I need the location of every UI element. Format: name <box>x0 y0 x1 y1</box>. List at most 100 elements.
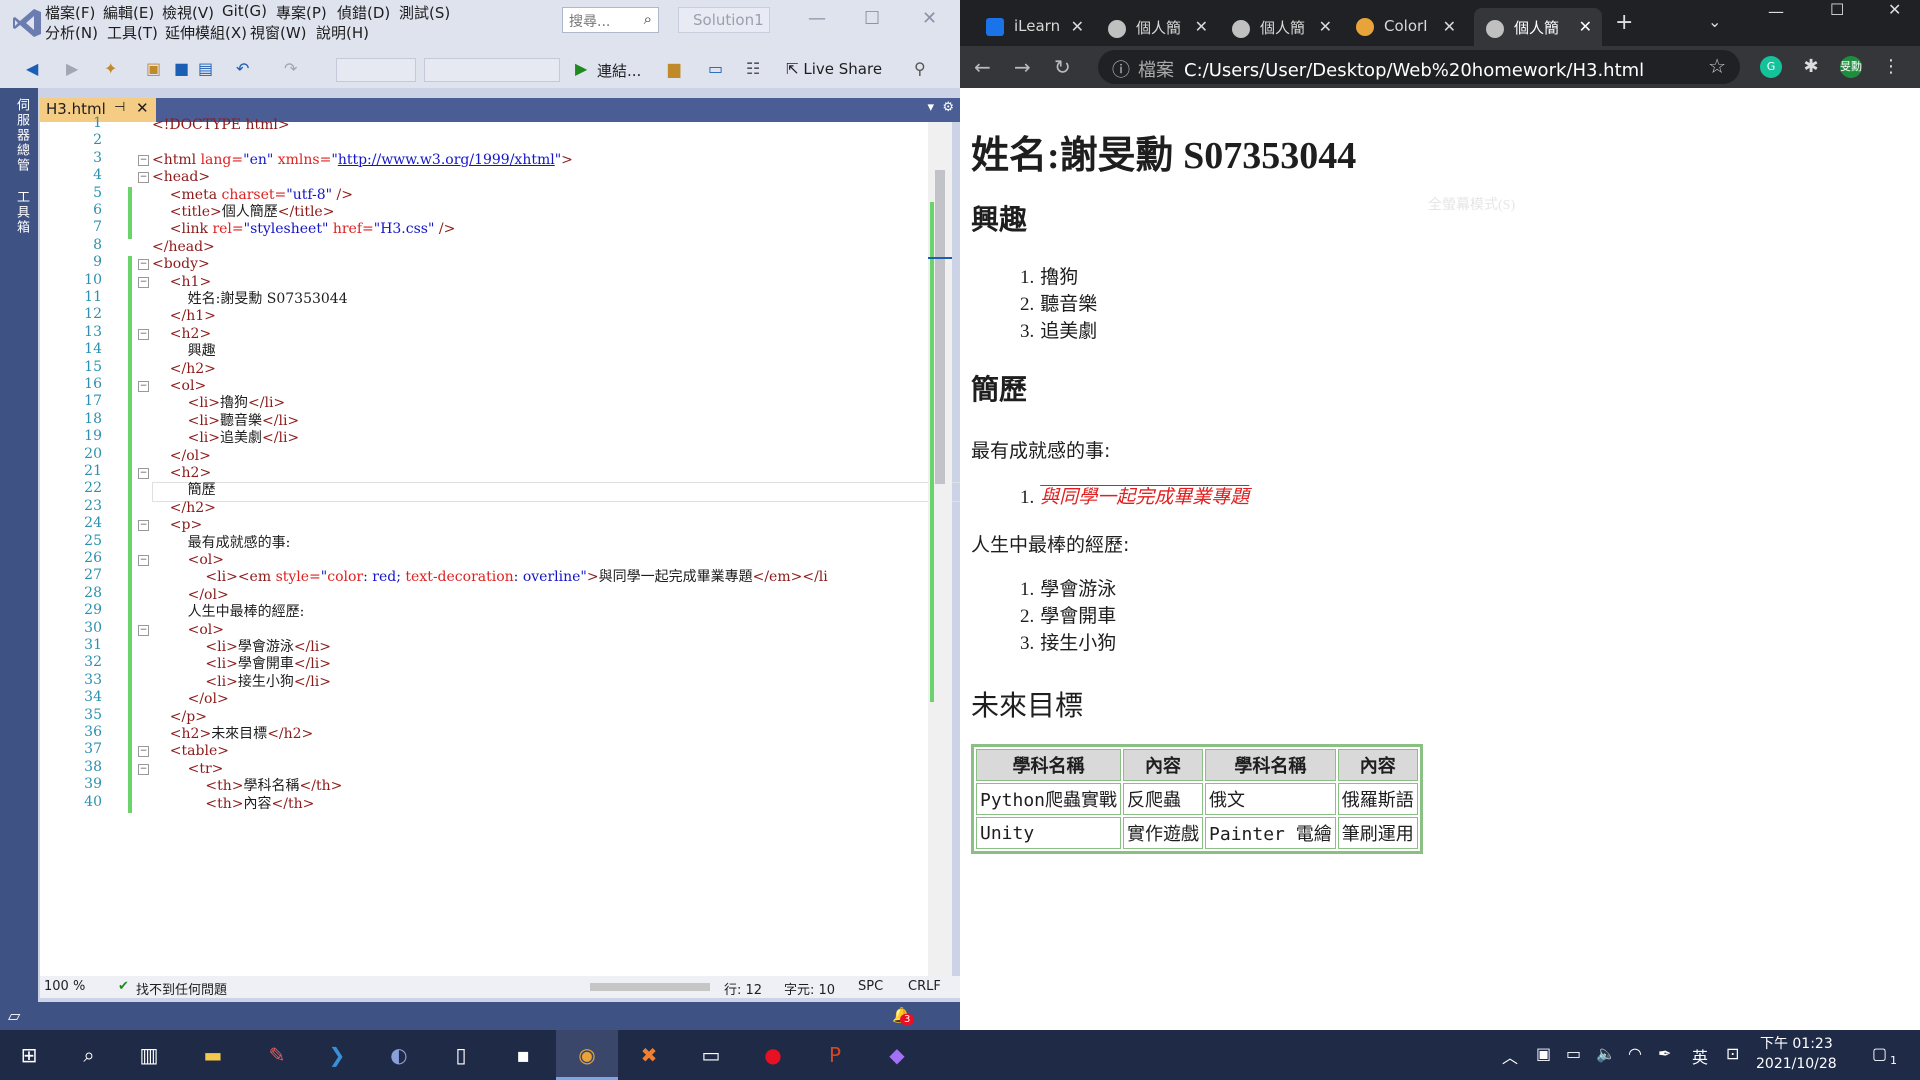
fold-toggle-icon[interactable]: − <box>138 276 149 288</box>
issues-status[interactable]: 找不到任何問題 <box>136 979 227 998</box>
menu-project[interactable]: 專案(P) <box>276 2 327 23</box>
find-files-icon[interactable]: ▆ <box>668 59 680 78</box>
fold-toggle-icon[interactable]: − <box>138 259 149 271</box>
server-explorer-tab[interactable]: 伺服器總管 <box>12 98 31 173</box>
menu-view[interactable]: 檢視(V) <box>162 2 214 23</box>
scroll-thumb[interactable] <box>935 170 945 484</box>
tray-chevron-icon[interactable]: ︿ <box>1502 1044 1518 1068</box>
start-icon[interactable]: ▶ <box>575 59 587 78</box>
close-tab-icon[interactable]: ✕ <box>1579 17 1592 36</box>
xampp-icon[interactable]: ✖ <box>634 1040 664 1070</box>
ime-mode-icon[interactable]: ⊡ <box>1726 1044 1739 1063</box>
attach-button[interactable]: 連結... <box>597 60 641 81</box>
live-share-button[interactable]: ⇱ Live Share <box>786 60 882 78</box>
menu-debug[interactable]: 偵錯(D) <box>337 2 390 23</box>
bookmark-star-icon[interactable]: ☆ <box>1708 54 1726 78</box>
undo-icon[interactable]: ↶ <box>236 59 249 78</box>
browser-tab-2[interactable]: 個人簡 ✕ <box>1096 8 1218 46</box>
open-folder-icon[interactable]: ▣ <box>146 59 161 78</box>
terminal-icon[interactable]: ▪ <box>508 1040 538 1070</box>
menu-test[interactable]: 測試(S) <box>399 2 450 23</box>
fold-toggle-icon[interactable]: − <box>138 520 149 532</box>
horizontal-scrollbar[interactable] <box>590 983 710 991</box>
close-icon[interactable]: ✕ <box>922 8 937 29</box>
zoom-level[interactable]: 100 % <box>44 979 85 994</box>
save-all-icon[interactable]: ▤ <box>198 59 213 78</box>
task-view-icon[interactable]: ▥ <box>134 1040 164 1070</box>
close-window-icon[interactable]: ✕ <box>1888 0 1901 19</box>
maximize-icon[interactable]: ☐ <box>1830 0 1844 19</box>
tray-device-icon[interactable]: ▣ <box>1536 1044 1551 1063</box>
console-icon[interactable]: ▭ <box>696 1040 726 1070</box>
new-tab-icon[interactable]: + <box>1615 10 1633 35</box>
close-tab-icon[interactable]: ✕ <box>1443 17 1456 36</box>
fold-toggle-icon[interactable]: − <box>138 624 149 636</box>
back-icon[interactable]: ← <box>974 55 991 79</box>
file-explorer-icon[interactable]: ▬ <box>198 1040 228 1070</box>
grammarly-icon[interactable]: G <box>1760 56 1782 78</box>
minimize-icon[interactable]: — <box>808 8 826 29</box>
redo-icon[interactable]: ↷ <box>284 59 297 78</box>
save-icon[interactable]: ■ <box>174 59 189 78</box>
back-icon[interactable]: ◀ <box>26 59 38 78</box>
menu-dots-icon[interactable]: ⋮ <box>1880 56 1902 78</box>
pin-icon[interactable]: ⊣ <box>114 100 125 115</box>
fold-toggle-icon[interactable]: − <box>138 763 149 775</box>
close-tab-icon[interactable]: ✕ <box>1195 17 1208 36</box>
tab-search-icon[interactable]: ⌄ <box>1708 12 1721 31</box>
fold-toggle-icon[interactable]: − <box>138 154 149 166</box>
fold-toggle-icon[interactable]: − <box>138 328 149 340</box>
forward-icon[interactable]: → <box>1014 55 1031 79</box>
minimize-icon[interactable]: — <box>1768 2 1784 21</box>
extensions-icon[interactable]: ✱ <box>1800 56 1822 78</box>
close-tab-icon[interactable]: ✕ <box>1071 17 1084 36</box>
maximize-icon[interactable]: ☐ <box>864 8 880 29</box>
layout-icon[interactable]: ☷ <box>746 59 760 78</box>
address-bar[interactable]: ⓘ 檔案 C:/Users/User/Desktop/Web%20homework/… <box>1098 50 1740 84</box>
visual-studio-logo-icon[interactable] <box>10 6 44 40</box>
system-clock[interactable]: 下午 01:23 2021/10/28 <box>1756 1034 1837 1074</box>
wifi-icon[interactable]: ◠ <box>1628 1044 1642 1063</box>
code-line[interactable]: <th>內容</th> <box>152 794 968 814</box>
powerpoint-icon[interactable]: P <box>820 1040 850 1070</box>
ime-indicator[interactable]: 英 <box>1692 1044 1708 1068</box>
volume-icon[interactable]: 🔈 <box>1596 1044 1616 1063</box>
record-icon[interactable]: ● <box>758 1040 788 1070</box>
tab-settings-icon[interactable]: ▾ ⚙ <box>928 100 954 115</box>
fold-toggle-icon[interactable]: − <box>138 172 149 184</box>
powershell-icon[interactable]: ❯ <box>322 1040 352 1070</box>
windows-start-icon[interactable]: ⊞ <box>14 1040 44 1070</box>
paint-icon[interactable]: ✎ <box>262 1040 292 1070</box>
fold-toggle-icon[interactable]: − <box>138 381 149 392</box>
vs-search-input[interactable]: 搜尋... ⌕ <box>562 7 659 33</box>
fold-toggle-icon[interactable]: − <box>138 468 149 479</box>
notification-center-icon[interactable]: ▢ <box>1872 1044 1887 1063</box>
reload-icon[interactable]: ↻ <box>1054 55 1071 79</box>
visual-studio-icon[interactable]: ◆ <box>882 1040 912 1070</box>
screenshot-icon[interactable]: ▭ <box>708 59 723 78</box>
toolbox-tab[interactable]: 工具箱 <box>12 190 31 235</box>
close-tab-icon[interactable]: ✕ <box>136 99 149 117</box>
browser-tab-1[interactable]: iLearn ✕ <box>974 8 1094 46</box>
browser-tab-4[interactable]: ColorI ✕ <box>1344 8 1466 46</box>
platform-combo[interactable] <box>424 58 560 82</box>
browser-tab-3[interactable]: 個人簡 ✕ <box>1220 8 1342 46</box>
menu-tools[interactable]: 工具(T) <box>107 22 158 43</box>
new-project-icon[interactable]: ✦ <box>104 59 117 78</box>
menu-git[interactable]: Git(G) <box>222 2 267 20</box>
pen-icon[interactable]: ✒ <box>1658 1044 1671 1063</box>
fold-toggle-icon[interactable]: − <box>138 746 149 758</box>
menu-edit[interactable]: 編輯(E) <box>103 2 154 23</box>
profile-avatar[interactable]: 旻勳 <box>1840 56 1862 78</box>
fold-toggle-icon[interactable]: − <box>138 555 149 566</box>
menu-analyze[interactable]: 分析(N) <box>45 22 98 43</box>
menu-file[interactable]: 檔案(F) <box>45 2 95 23</box>
search-icon[interactable]: ⌕ <box>74 1040 104 1070</box>
eclipse-icon[interactable]: ◐ <box>384 1040 414 1070</box>
output-window-icon[interactable]: ▱ <box>8 1006 20 1025</box>
browser-tab-5-active[interactable]: 個人簡 ✕ <box>1474 8 1602 46</box>
code-editor[interactable]: 1 2 3 4 5 6 7 8 9 10 11 12 13 14 15 16 17 18 19 20 21 22 23 24 2… <box>40 115 970 976</box>
menu-window[interactable]: 視窗(W) <box>250 22 307 43</box>
menu-help[interactable]: 說明(H) <box>316 22 369 43</box>
notepad-icon[interactable]: ▯ <box>446 1040 476 1070</box>
